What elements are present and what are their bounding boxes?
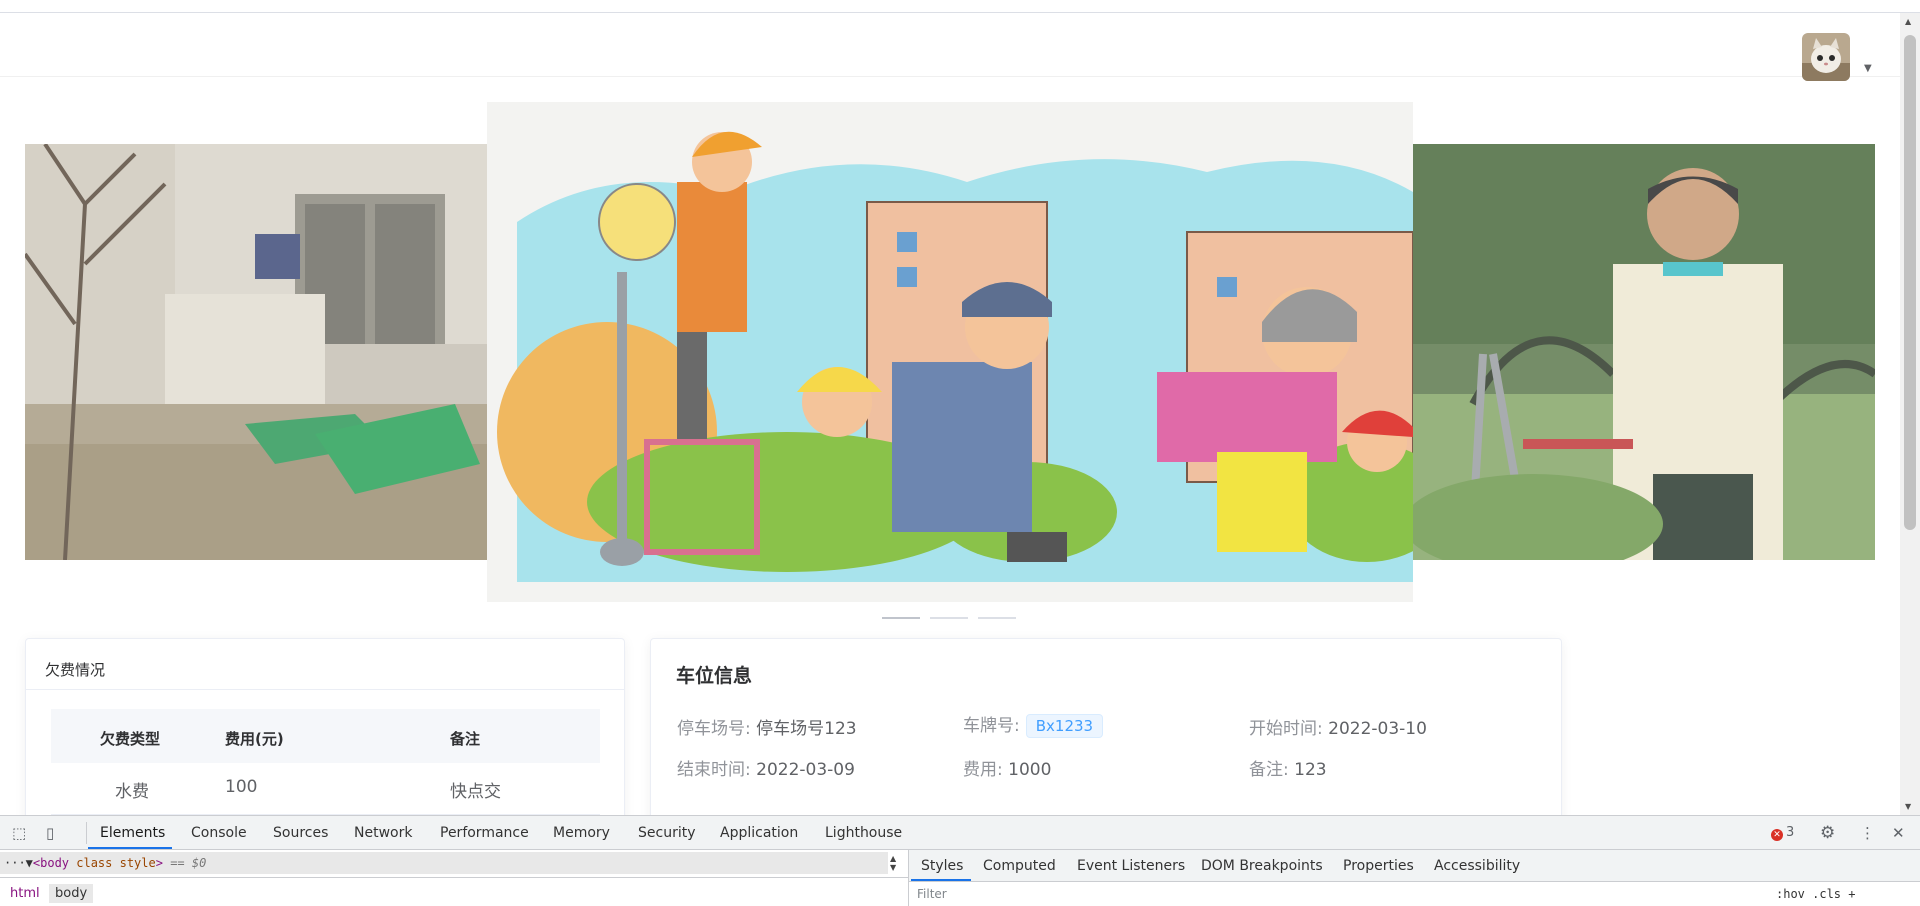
scroll-down-arrow-icon[interactable]: ▼ [1905, 802, 1911, 811]
subtab-event-listeners[interactable]: Event Listeners [1077, 858, 1185, 874]
carousel-indicator-3[interactable] [978, 617, 1016, 619]
fee-value: 1000 [1008, 760, 1052, 780]
note-label: 备注: [1249, 760, 1289, 780]
end-time-value: 2022-03-09 [756, 760, 855, 780]
parking-lot-field: 停车场号: 停车场号123 [677, 714, 857, 739]
devtools-tabbar: ⬚ ▯ Elements Console Sources Network Per… [0, 816, 1920, 850]
subtab-dom-breakpoints[interactable]: DOM Breakpoints [1201, 858, 1323, 874]
page-viewport: ▼ 欠费情况 欠费类型 费用(元) 备注 水费 100 快点交 车位信息 停车场… [0, 0, 1920, 815]
start-time-value: 2022-03-10 [1328, 719, 1427, 739]
subtab-properties[interactable]: Properties [1343, 858, 1414, 874]
settings-gear-icon[interactable]: ⚙ [1820, 823, 1835, 843]
parking-card-title: 车位信息 [676, 665, 753, 687]
tab-console[interactable]: Console [191, 825, 247, 841]
dom-attributes: class style [69, 856, 156, 870]
dom-tag-open: <body [32, 856, 70, 870]
carousel-slide-next[interactable] [1413, 144, 1875, 560]
tab-security[interactable]: Security [638, 825, 696, 841]
styles-subtabbar: Styles Computed Event Listeners DOM Brea… [909, 850, 1920, 882]
parking-card: 车位信息 停车场号: 停车场号123 车牌号: Bx1233 开始时间: 2022… [650, 638, 1562, 815]
start-time-label: 开始时间: [1249, 719, 1323, 739]
error-icon: ✕ [1771, 829, 1783, 841]
dom-selected-marker: == $0 [162, 856, 207, 870]
carousel-indicator-2[interactable] [930, 617, 968, 619]
end-time-label: 结束时间: [677, 760, 751, 780]
styles-filter-input[interactable]: Filter [917, 887, 947, 901]
inspect-element-icon[interactable]: ⬚ [12, 824, 26, 842]
tab-memory[interactable]: Memory [553, 825, 610, 841]
plate-tag: Bx1233 [1025, 714, 1104, 738]
dom-node-expander[interactable]: ···▼ [4, 856, 33, 870]
subtab-accessibility[interactable]: Accessibility [1434, 858, 1520, 874]
arrears-card: 欠费情况 欠费类型 费用(元) 备注 水费 100 快点交 [25, 638, 625, 815]
note-field: 备注: 123 [1249, 755, 1327, 780]
parking-lot-label: 停车场号: [677, 719, 751, 739]
hov-cls-controls[interactable]: :hov .cls + [1776, 887, 1855, 901]
page-scrollbar[interactable]: ▲ ▼ [1900, 13, 1920, 815]
end-time-field: 结束时间: 2022-03-09 [677, 755, 855, 780]
carousel-indicator-1[interactable] [882, 617, 920, 619]
tab-performance[interactable]: Performance [440, 825, 529, 841]
carousel-slide-active[interactable] [487, 102, 1413, 602]
top-header: ▼ [0, 13, 1900, 81]
column-header-note: 备注 [450, 730, 481, 748]
tab-lighthouse[interactable]: Lighthouse [825, 825, 902, 841]
start-time-field: 开始时间: 2022-03-10 [1249, 714, 1427, 739]
subtab-computed[interactable]: Computed [983, 858, 1056, 874]
toolbar-separator [86, 822, 87, 844]
pane-scroll-arrows-icon[interactable]: ▲ ▼ [890, 854, 896, 872]
scroll-up-arrow-icon[interactable]: ▲ [1905, 17, 1911, 26]
tab-sources[interactable]: Sources [273, 825, 328, 841]
scrollbar-thumb[interactable] [1904, 35, 1916, 530]
dom-tree-selected-node[interactable]: ···▼<body class style> == $0 [0, 852, 888, 874]
note-value: 123 [1294, 760, 1327, 780]
arrears-row-type: 水费 [115, 782, 149, 802]
active-subtab-indicator [911, 879, 971, 881]
arrears-row-note: 快点交 [450, 782, 501, 802]
arrears-table-header: 欠费类型 费用(元) 备注 [51, 709, 600, 763]
plate-field: 车牌号: Bx1233 [963, 711, 1104, 738]
more-options-icon[interactable]: ⋮ [1860, 824, 1875, 842]
fee-field: 费用: 1000 [963, 755, 1051, 780]
breadcrumb-body[interactable]: body [49, 884, 94, 903]
fee-label: 费用: [963, 760, 1003, 780]
error-counter[interactable]: ✕ 3 [1771, 825, 1794, 841]
caret-down-icon[interactable]: ▼ [1864, 63, 1872, 74]
styles-pane: Styles Computed Event Listeners DOM Brea… [909, 850, 1920, 906]
dom-tag-close: > [155, 856, 163, 870]
arrears-card-title: 欠费情况 [45, 661, 106, 679]
close-icon[interactable]: ✕ [1892, 824, 1905, 842]
breadcrumb: html body [0, 877, 908, 906]
tab-application[interactable]: Application [720, 825, 798, 841]
plate-label: 车牌号: [963, 716, 1020, 736]
tab-network[interactable]: Network [354, 825, 412, 841]
column-header-type: 欠费类型 [100, 730, 161, 748]
device-toolbar-icon[interactable]: ▯ [46, 824, 54, 842]
error-count: 3 [1786, 825, 1795, 840]
devtools-panel: ⬚ ▯ Elements Console Sources Network Per… [0, 815, 1920, 906]
arrears-row-fee: 100 [225, 777, 258, 797]
carousel-slide-prev[interactable] [25, 144, 487, 560]
user-avatar[interactable] [1802, 33, 1850, 81]
subtab-styles[interactable]: Styles [921, 858, 963, 874]
tab-elements[interactable]: Elements [100, 825, 165, 841]
card-divider [26, 689, 624, 690]
elements-pane: ···▼<body class style> == $0 ▲ ▼ html bod… [0, 850, 908, 906]
column-header-fee: 费用(元) [225, 730, 284, 748]
breadcrumb-html[interactable]: html [4, 884, 46, 903]
active-tab-indicator [88, 847, 172, 849]
parking-lot-value: 停车场号123 [756, 719, 857, 739]
